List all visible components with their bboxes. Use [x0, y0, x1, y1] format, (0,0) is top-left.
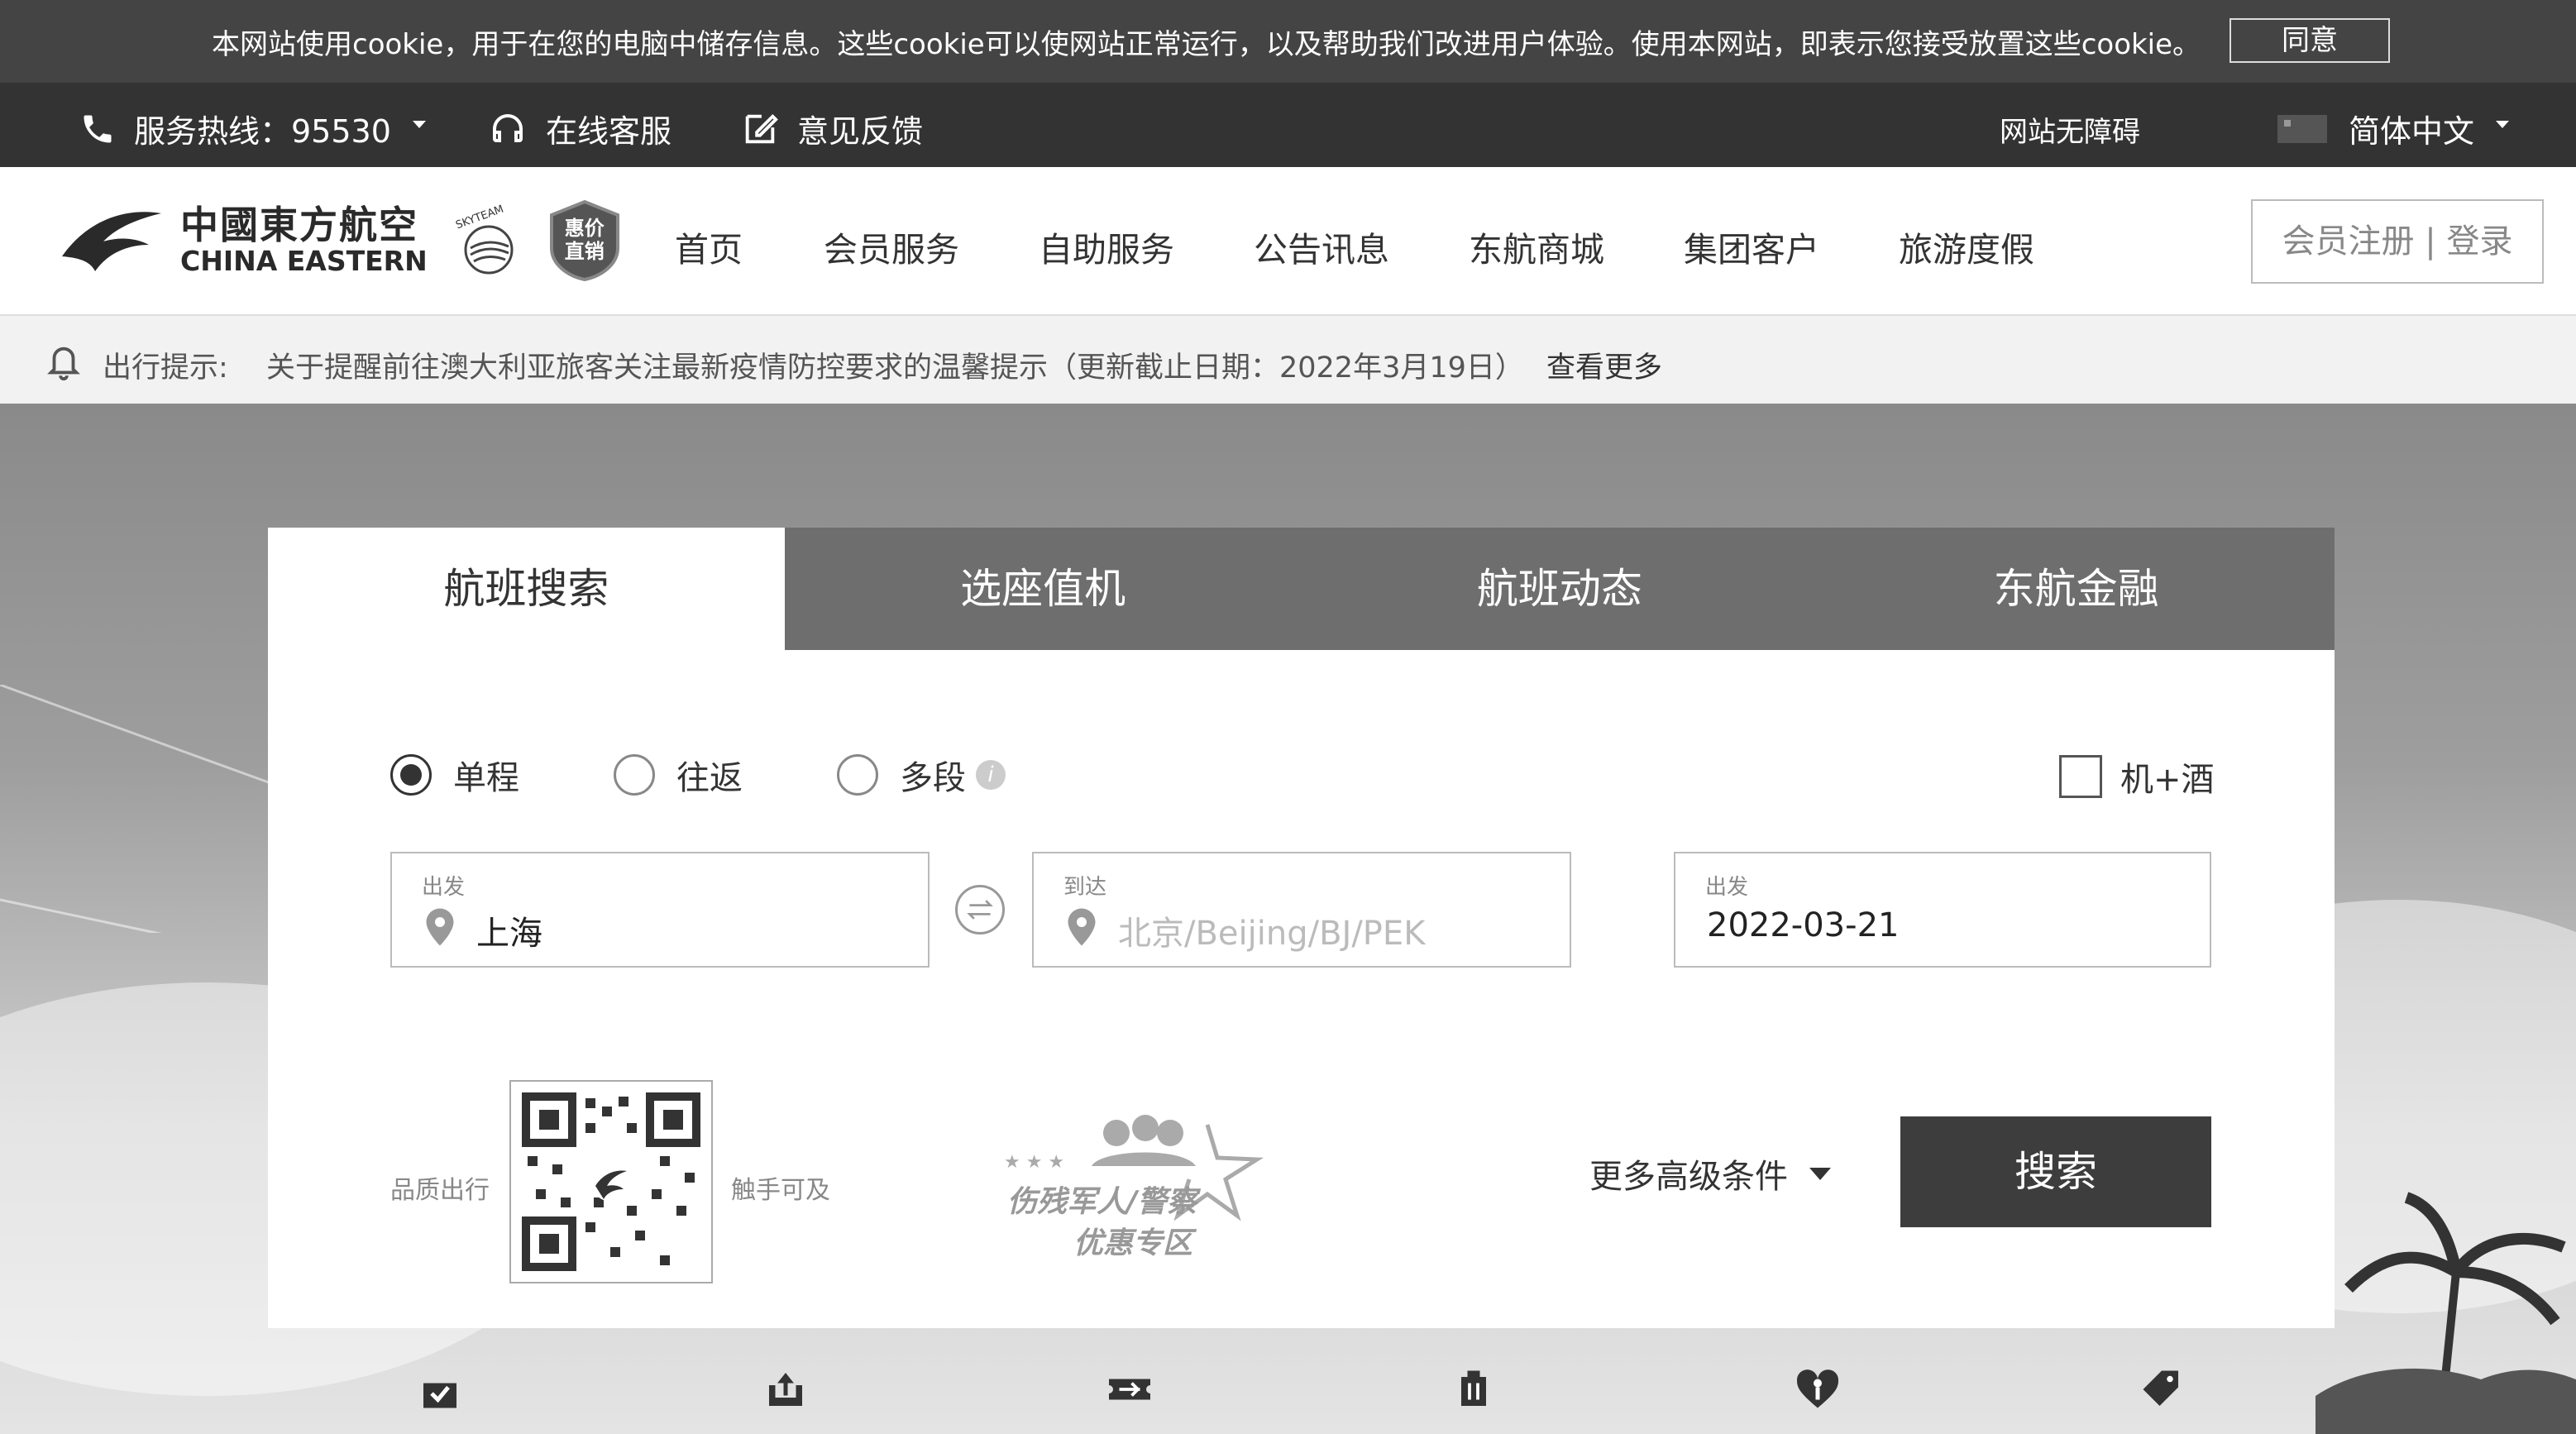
edit-icon — [745, 113, 778, 143]
logo-chinese-text: 中國東方航空 — [180, 203, 418, 247]
tab-finance[interactable]: 东航金融 — [1818, 528, 2335, 650]
ticket-plane-icon[interactable] — [1105, 1365, 1154, 1414]
cookie-agree-button[interactable]: 同意 — [2230, 18, 2390, 63]
chevron-down-icon — [412, 121, 426, 128]
radio-multi-city[interactable]: 多段 i — [837, 751, 1006, 799]
tag-icon[interactable] — [2137, 1365, 2186, 1414]
heart-care-icon[interactable] — [1793, 1365, 1842, 1414]
travel-notice-bar: 出行提示: 关于提醒前往澳大利亚旅客关注最新疫情防控要求的温馨提示（更新截止日期… — [0, 316, 2576, 404]
cookie-banner: 本网站使用cookie，用于在您的电脑中储存信息。这些cookie可以使网站正常… — [0, 0, 2576, 83]
calendar-check-icon[interactable] — [415, 1365, 465, 1414]
destination-placeholder: 北京/Beijing/BJ/PEK — [1118, 915, 1426, 953]
promo-line-1: 伤残军人/警察 — [1007, 1185, 1197, 1219]
tab-flight-search[interactable]: 航班搜索 — [268, 528, 785, 650]
swallow-logo-icon — [62, 212, 161, 271]
china-flag-icon — [2277, 114, 2327, 143]
nav-self-service[interactable]: 自助服务 — [1039, 222, 1174, 271]
language-selector[interactable]: 简体中文 — [2277, 106, 2510, 151]
radio-button[interactable] — [837, 754, 878, 796]
hotline-text: 服务热线：95530 — [134, 113, 391, 150]
military-police-discount-banner[interactable]: ★ ★ ★ 伤残军人/警察 优惠专区 — [1001, 1100, 1265, 1265]
notice-text[interactable]: 关于提醒前往澳大利亚旅客关注最新疫情防控要求的温馨提示（更新截止日期：2022年… — [266, 344, 1524, 386]
tab-flight-status[interactable]: 航班动态 — [1302, 528, 1818, 650]
feedback-link[interactable]: 意见反馈 — [741, 106, 923, 151]
nav-announcements[interactable]: 公告讯息 — [1254, 222, 1389, 271]
radio-button-selected[interactable] — [390, 754, 432, 796]
search-button[interactable]: 搜索 — [1900, 1116, 2211, 1227]
luggage-icon[interactable] — [1449, 1365, 1498, 1414]
phone-icon — [84, 115, 112, 142]
promo-line-2: 优惠专区 — [1073, 1226, 1193, 1260]
radio-one-way-label: 单程 — [453, 759, 519, 797]
accessibility-link[interactable]: 网站无障碍 — [2000, 109, 2140, 150]
online-service-link[interactable]: 在线客服 — [488, 106, 671, 151]
qr-right-caption: 触手可及 — [731, 1176, 830, 1205]
main-header: 中國東方航空 CHINA EASTERN SKYTEAM 惠价直销 首页 会员服… — [0, 167, 2576, 316]
nav-corporate[interactable]: 集团客户 — [1684, 222, 1819, 271]
badge-text: 惠价直销 — [564, 217, 605, 263]
advanced-options-toggle[interactable]: 更多高级条件 — [1589, 1150, 1831, 1197]
location-pin-icon — [426, 908, 454, 946]
checkbox[interactable] — [2059, 755, 2102, 798]
app-qr-code — [509, 1080, 713, 1283]
upload-seat-icon[interactable] — [761, 1365, 810, 1414]
nav-member-services[interactable]: 会员服务 — [824, 222, 959, 271]
info-icon[interactable]: i — [976, 760, 1006, 790]
notice-label: 出行提示: — [103, 351, 228, 385]
origin-value: 上海 — [476, 915, 542, 953]
palm-trees-icon — [2316, 1192, 2576, 1434]
notice-more-link[interactable]: 查看更多 — [1546, 344, 1662, 386]
register-login-button[interactable]: 会员注册 | 登录 — [2251, 199, 2544, 284]
radio-round-trip-label: 往返 — [676, 759, 743, 797]
radio-button[interactable] — [614, 754, 655, 796]
departure-date-value: 2022-03-21 — [1707, 906, 1900, 944]
bell-icon — [47, 347, 80, 380]
caret-down-icon — [1809, 1167, 1831, 1180]
hotline-dropdown[interactable]: 服务热线：95530 — [79, 106, 426, 151]
contrail-lines — [0, 685, 273, 933]
radio-multi-city-label: 多段 — [900, 759, 966, 797]
nav-mall[interactable]: 东航商城 — [1469, 222, 1604, 271]
flight-hotel-checkbox[interactable]: 机+酒 — [2059, 753, 2215, 801]
top-utility-bar: 服务热线：95530 在线客服 意见反馈 网站无障碍 简体中文 — [0, 83, 2576, 167]
flight-hotel-label: 机+酒 — [2120, 761, 2215, 799]
advanced-options-label: 更多高级条件 — [1589, 1158, 1788, 1196]
swap-cities-icon[interactable] — [955, 885, 1005, 934]
direct-sale-badge: 惠价直销 — [545, 198, 624, 282]
qr-pattern — [522, 1092, 700, 1271]
destination-field[interactable]: 到达 北京/Beijing/BJ/PEK — [1032, 852, 1571, 968]
origin-field[interactable]: 出发 上海 — [390, 852, 930, 968]
origin-label: 出发 — [422, 875, 466, 900]
logo-english-text: CHINA EASTERN — [180, 245, 428, 277]
location-pin-icon — [1068, 908, 1096, 946]
nav-home[interactable]: 首页 — [675, 222, 743, 271]
nav-travel[interactable]: 旅游度假 — [1899, 222, 2034, 271]
svg-text:★ ★ ★: ★ ★ ★ — [1004, 1152, 1064, 1173]
language-label: 简体中文 — [2349, 113, 2475, 150]
feedback-label: 意见反馈 — [797, 113, 924, 150]
qr-left-caption: 品质出行 — [390, 1176, 490, 1205]
tab-seat-checkin[interactable]: 选座值机 — [785, 528, 1302, 650]
china-eastern-logo[interactable]: 中國東方航空 CHINA EASTERN SKYTEAM 惠价直销 — [58, 198, 624, 282]
cookie-message: 本网站使用cookie，用于在您的电脑中储存信息。这些cookie可以使网站正常… — [212, 28, 2201, 61]
chevron-down-icon — [2496, 121, 2510, 128]
departure-date-field[interactable]: 出发 2022-03-21 — [1674, 852, 2211, 968]
search-tabs: 航班搜索 选座值机 航班动态 东航金融 — [268, 528, 2335, 650]
destination-label: 到达 — [1063, 875, 1107, 900]
headset-icon — [493, 113, 523, 142]
radio-round-trip[interactable]: 往返 — [614, 751, 743, 799]
skyteam-icon: SKYTEAM — [454, 203, 514, 275]
accessibility-label: 网站无障碍 — [2000, 116, 2140, 149]
departure-date-label: 出发 — [1705, 875, 1749, 900]
online-service-label: 在线客服 — [546, 113, 672, 150]
radio-one-way[interactable]: 单程 — [390, 751, 519, 799]
